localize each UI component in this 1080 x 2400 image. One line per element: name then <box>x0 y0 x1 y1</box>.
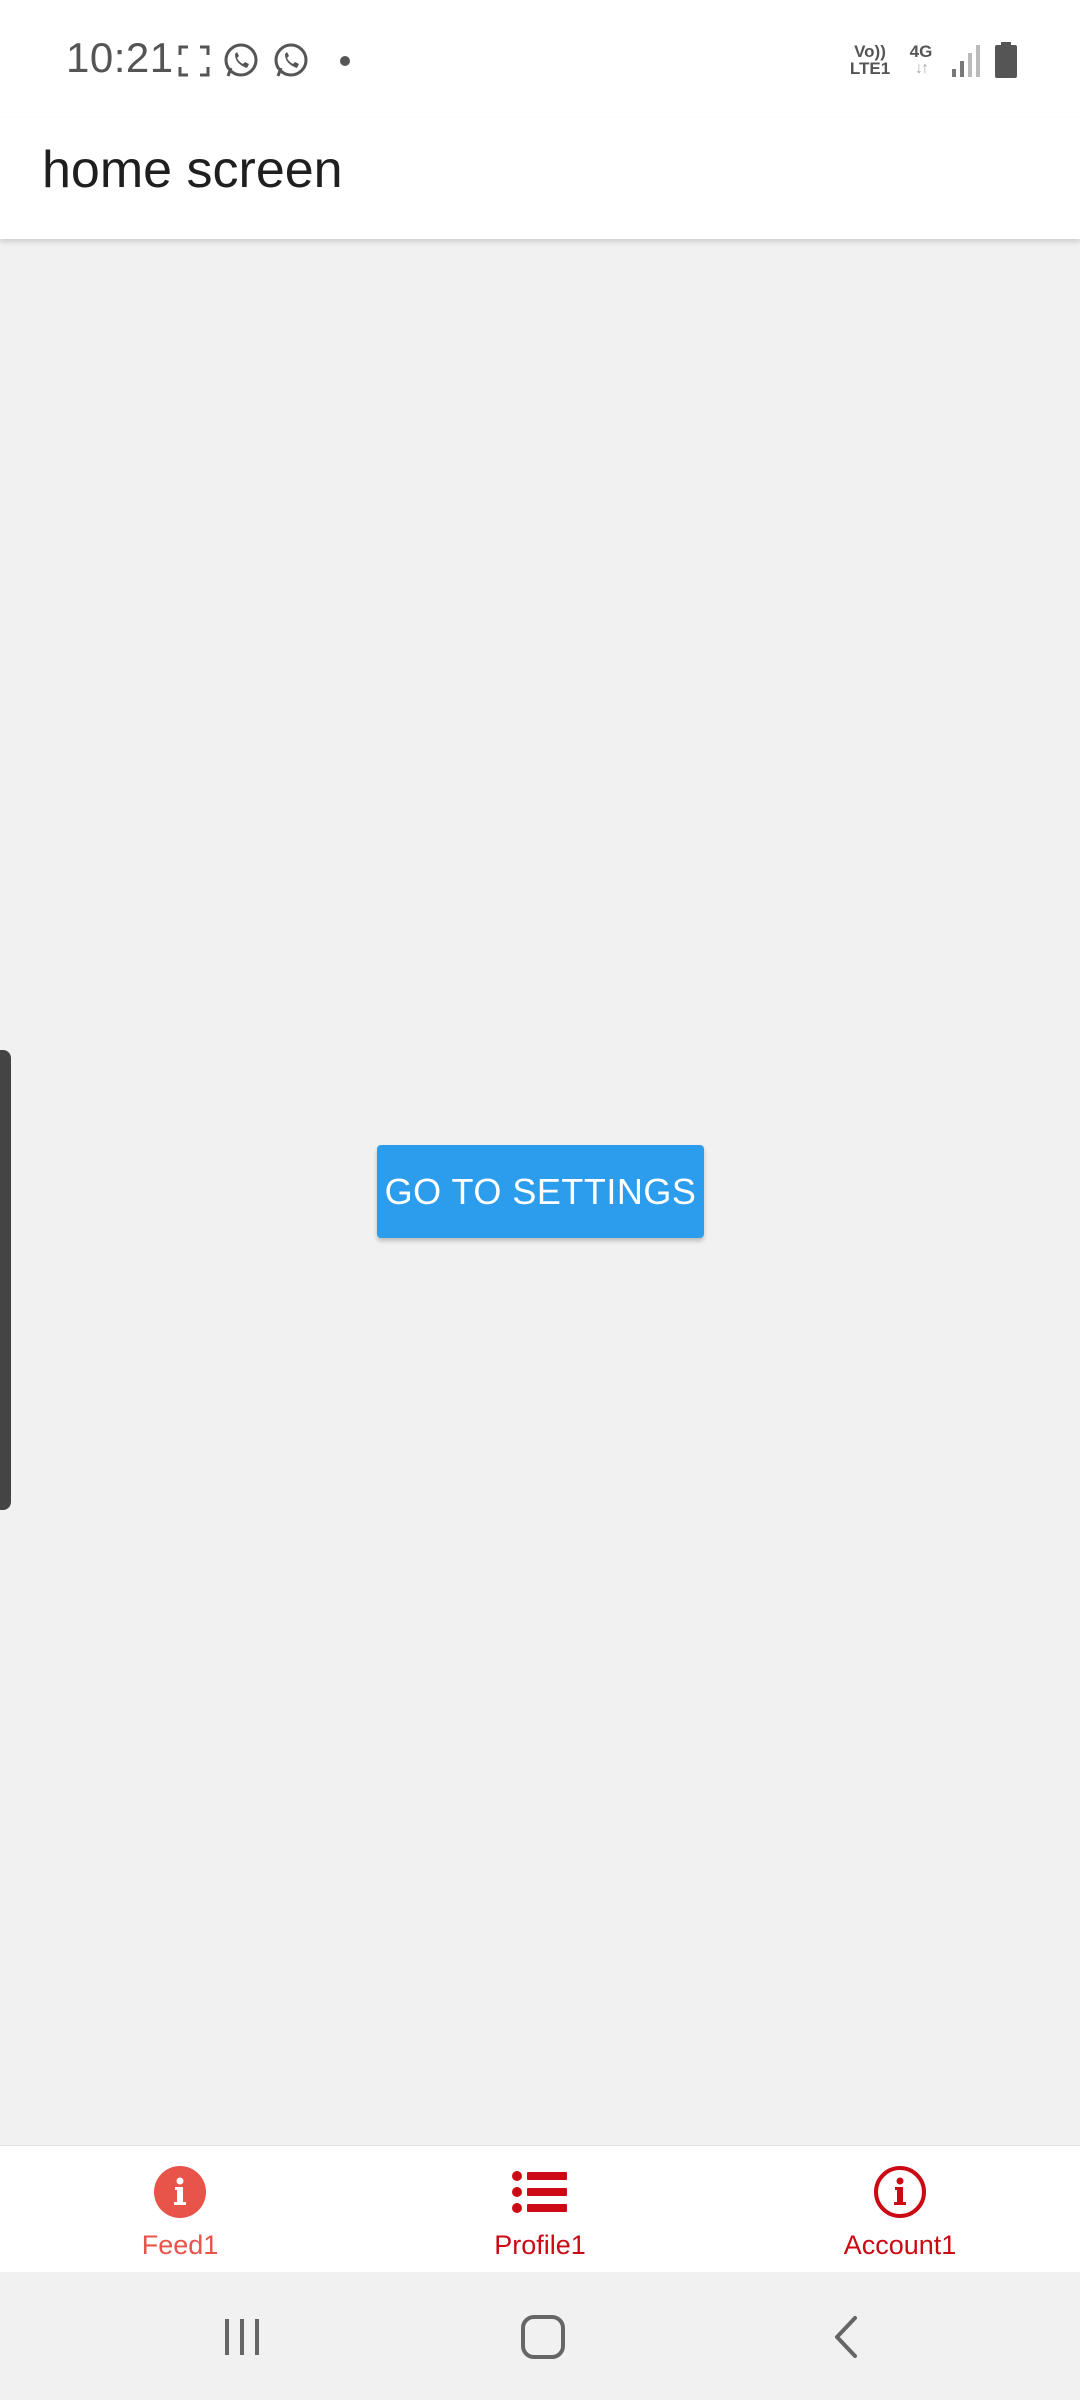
volte-label: Vo)) <box>854 42 886 61</box>
tab-label-account1: Account1 <box>843 2230 957 2260</box>
network-4g-icon: 4G ↓↑ <box>906 43 936 77</box>
page-title: home screen <box>42 141 343 199</box>
tab-feed1[interactable]: Feed1 <box>0 2146 360 2273</box>
recent-apps-button[interactable] <box>207 2302 277 2372</box>
tab-label-profile1: Profile1 <box>494 2230 586 2260</box>
battery-icon <box>995 42 1017 78</box>
lte-label: LTE1 <box>849 59 891 78</box>
status-bar: 10:21 Vo)) LTE1 4G ↓↑ <box>0 0 1080 118</box>
back-icon <box>835 2316 857 2358</box>
main-content: GO TO SETTINGS <box>0 239 1080 2145</box>
whatsapp-icon <box>274 43 308 77</box>
status-notification-icons <box>178 40 360 82</box>
go-to-settings-button[interactable]: GO TO SETTINGS <box>377 1145 704 1238</box>
status-system-icons: Vo)) LTE1 4G ↓↑ <box>848 38 1018 82</box>
tab-profile1[interactable]: Profile1 <box>360 2146 720 2273</box>
system-nav-bar <box>0 2272 1080 2400</box>
info-filled-icon <box>152 2164 208 2220</box>
status-time: 10:21 <box>66 34 174 81</box>
app-bar: home screen <box>0 118 1080 239</box>
bottom-tab-bar: Feed1 Profile1 Account1 <box>0 2145 1080 2273</box>
home-icon <box>521 2315 565 2359</box>
volte-icon: Vo)) LTE1 <box>848 43 892 77</box>
tab-label-feed1: Feed1 <box>141 2230 219 2260</box>
screenshot-frame-icon <box>178 45 210 77</box>
info-outline-icon <box>872 2164 928 2220</box>
signal-icon <box>952 45 980 77</box>
whatsapp-icon <box>224 43 258 77</box>
data-arrows: ↓↑ <box>915 60 929 77</box>
back-button[interactable] <box>812 2302 882 2372</box>
recent-apps-icon <box>225 2319 259 2355</box>
notification-dot-icon <box>340 56 350 66</box>
network-type-label: 4G <box>909 42 933 61</box>
list-icon <box>512 2164 568 2220</box>
tab-account1[interactable]: Account1 <box>720 2146 1080 2273</box>
edge-panel-handle[interactable] <box>0 1050 11 1510</box>
home-button[interactable] <box>508 2302 578 2372</box>
